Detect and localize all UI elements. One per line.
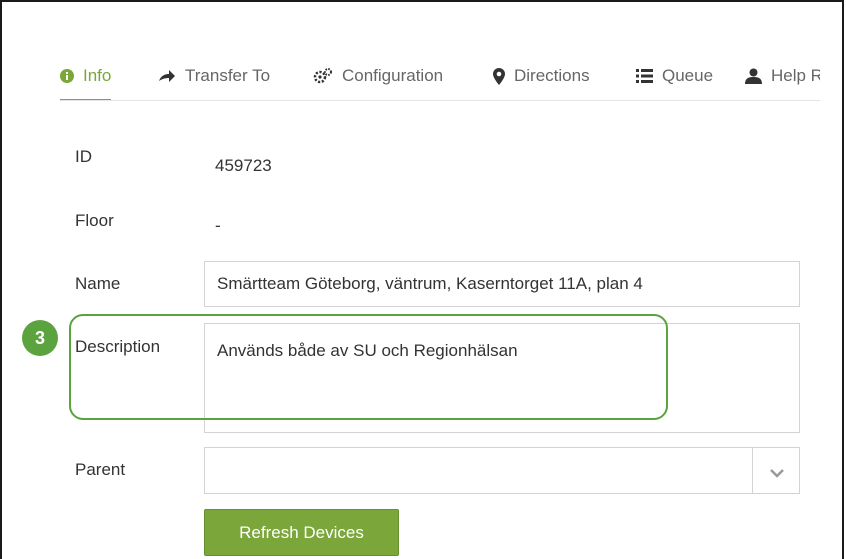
tab-configuration[interactable]: Configuration bbox=[313, 62, 443, 90]
floor-value: - bbox=[215, 216, 221, 235]
select-divider bbox=[752, 448, 753, 493]
name-label: Name bbox=[75, 274, 121, 293]
tab-transfer-to[interactable]: Transfer To bbox=[158, 62, 270, 90]
map-marker-icon bbox=[493, 67, 505, 85]
tab-info-label: Info bbox=[83, 66, 112, 85]
tab-help-requests[interactable]: Help Re bbox=[745, 62, 820, 90]
list-icon bbox=[636, 69, 653, 83]
tab-bar: Info Transfer To Configuration Direction… bbox=[60, 62, 820, 101]
floor-label: Floor bbox=[75, 211, 114, 230]
parent-select[interactable] bbox=[204, 447, 800, 494]
info-icon bbox=[60, 69, 74, 83]
name-field[interactable]: Smärtteam Göteborg, väntrum, Kaserntorge… bbox=[204, 261, 800, 307]
tab-help-requests-label: Help Re bbox=[771, 66, 820, 85]
id-value: 459723 bbox=[215, 156, 272, 175]
gears-icon bbox=[313, 68, 333, 84]
tab-queue[interactable]: Queue bbox=[636, 62, 713, 90]
description-label: Description bbox=[75, 337, 161, 356]
tab-directions-label: Directions bbox=[514, 66, 590, 85]
tab-configuration-label: Configuration bbox=[342, 66, 444, 85]
chevron-down-icon[interactable] bbox=[769, 464, 785, 484]
tab-directions[interactable]: Directions bbox=[493, 62, 590, 90]
parent-label: Parent bbox=[75, 460, 126, 479]
annotation-step-badge: 3 bbox=[22, 320, 58, 356]
arrow-right-icon bbox=[158, 69, 176, 83]
description-field[interactable]: Används både av SU och Regionhälsan bbox=[204, 323, 800, 433]
id-label: ID bbox=[75, 147, 92, 166]
tab-transfer-to-label: Transfer To bbox=[185, 66, 271, 85]
refresh-devices-button[interactable]: Refresh Devices bbox=[204, 509, 399, 556]
tab-info[interactable]: Info bbox=[60, 62, 112, 100]
user-icon bbox=[745, 68, 762, 84]
tab-queue-label: Queue bbox=[662, 66, 714, 85]
